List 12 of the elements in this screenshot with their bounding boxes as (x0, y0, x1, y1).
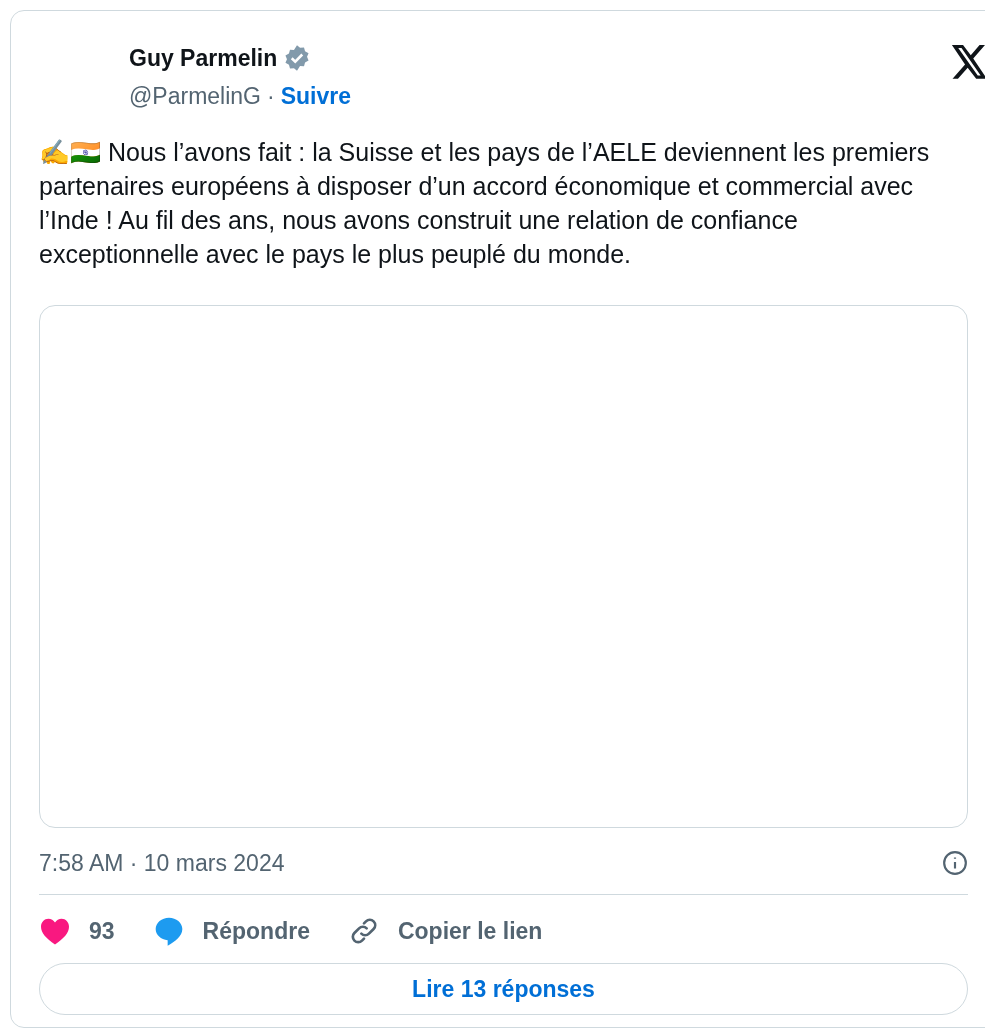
tweet-text: ✍🇮🇳 Nous l’avons fait : la Suisse et les pays de l’AELE deviennent les premiers partenaires européens à disposer d’un accord économique et commercial avec l’Inde ! Au fil des ans, nous avons construit une relation de confiance exceptionnelle avec le pays le plus peuplé du monde. (39, 138, 930, 268)
author-handle[interactable]: @ParmelinG (129, 79, 261, 113)
separator-dot: · (267, 82, 275, 111)
x-logo-icon[interactable] (951, 45, 985, 79)
timestamp[interactable]: 7:58 AM · 10 mars 2024 (39, 846, 285, 880)
like-button[interactable]: 93 (39, 913, 115, 949)
info-icon[interactable] (942, 850, 968, 876)
reply-button[interactable]: Répondre (152, 913, 310, 949)
copy-link-button[interactable]: Copier le lien (347, 913, 543, 949)
heart-icon (39, 917, 71, 945)
author-name[interactable]: Guy Parmelin (129, 41, 278, 75)
follow-link[interactable]: Suivre (280, 79, 351, 113)
